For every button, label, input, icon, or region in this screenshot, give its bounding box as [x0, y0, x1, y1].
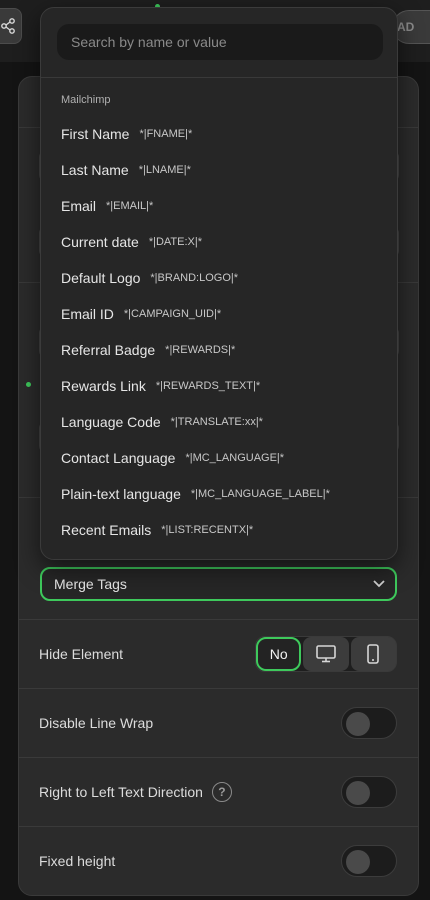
- mobile-icon: [367, 644, 380, 664]
- hide-desktop-option[interactable]: [303, 637, 349, 671]
- fixed-height-toggle[interactable]: [341, 845, 397, 877]
- search-input[interactable]: [57, 24, 383, 60]
- share-button[interactable]: [0, 8, 22, 44]
- merge-tags-select[interactable]: Merge Tags: [40, 567, 397, 601]
- tag-code: *|MC_LANGUAGE_LABEL|*: [190, 488, 330, 500]
- tag-name: Plain-text language: [61, 486, 181, 502]
- merge-tag-item[interactable]: Current date *|DATE:X|*: [41, 224, 397, 260]
- merge-tag-item[interactable]: Recent Emails *|LIST:RECENTX|*: [41, 512, 397, 548]
- tag-name: First Name: [61, 126, 130, 142]
- toggle-knob: [346, 781, 370, 805]
- merge-tag-item[interactable]: Plain-text language *|MC_LANGUAGE_LABEL|*: [41, 476, 397, 512]
- tag-name: Contact Language: [61, 450, 176, 466]
- rtl-label: Right to Left Text Direction: [39, 784, 203, 800]
- desktop-icon: [316, 645, 336, 663]
- tag-name: Referral Badge: [61, 342, 156, 358]
- merge-tag-item[interactable]: Email *|EMAIL|*: [41, 188, 397, 224]
- merge-tag-item[interactable]: Last Name *|LNAME|*: [41, 152, 397, 188]
- hide-element-row: Hide Element No: [18, 619, 419, 688]
- tag-code: *|REWARDS_TEXT|*: [155, 380, 261, 392]
- disable-line-wrap-label: Disable Line Wrap: [39, 715, 154, 731]
- disable-line-wrap-row: Disable Line Wrap: [18, 688, 419, 757]
- merge-tag-item[interactable]: Language Code *|TRANSLATE:xx|*: [41, 404, 397, 440]
- tag-code: *|MC_LANGUAGE|*: [185, 452, 285, 464]
- group-label: Mailchimp: [61, 94, 111, 106]
- tag-code: *|CAMPAIGN_UID|*: [123, 308, 222, 320]
- hide-no-option[interactable]: No: [256, 637, 302, 671]
- tag-name: Default Logo: [61, 270, 141, 286]
- tag-code: *|LNAME|*: [138, 164, 191, 176]
- tag-code: *|LIST:RECENTX|*: [161, 524, 254, 536]
- tag-code: *|DATE:X|*: [148, 236, 203, 248]
- toggle-knob: [346, 850, 370, 874]
- merge-tag-item[interactable]: Email ID *|CAMPAIGN_UID|*: [41, 296, 397, 332]
- fixed-height-label: Fixed height: [39, 853, 116, 869]
- merge-tag-item[interactable]: Contact Language *|MC_LANGUAGE|*: [41, 440, 397, 476]
- tag-name: Last Name: [61, 162, 129, 178]
- hide-element-label: Hide Element: [39, 646, 124, 662]
- tag-code: *|FNAME|*: [139, 128, 193, 140]
- merge-tag-item[interactable]: Default Logo *|BRAND:LOGO|*: [41, 260, 397, 296]
- tag-name: Rewards Link: [61, 378, 146, 394]
- rtl-toggle[interactable]: [341, 776, 397, 808]
- hide-element-control: No: [255, 636, 397, 672]
- toggle-knob: [346, 712, 370, 736]
- share-icon: [1, 18, 15, 34]
- tag-name: Email: [61, 198, 97, 214]
- tag-code: *|BRAND:LOGO|*: [150, 272, 239, 284]
- search-area: [41, 8, 397, 78]
- tag-code: *|TRANSLATE:xx|*: [170, 416, 263, 428]
- tag-name: Current date: [61, 234, 139, 250]
- merge-tag-item[interactable]: First Name *|FNAME|*: [41, 116, 397, 152]
- tag-name: Language Code: [61, 414, 161, 430]
- tag-name: Email ID: [61, 306, 114, 322]
- rtl-row: Right to Left Text Direction ?: [18, 757, 419, 826]
- merge-tag-item[interactable]: Referral Badge *|REWARDS|*: [41, 332, 397, 368]
- help-icon[interactable]: ?: [211, 782, 232, 802]
- chevron-down-icon: [373, 580, 385, 588]
- status-dot: [26, 382, 31, 387]
- tag-name: Recent Emails: [61, 522, 152, 538]
- tag-code: *|REWARDS|*: [165, 344, 236, 356]
- merge-tag-item[interactable]: Rewards Link *|REWARDS_TEXT|*: [41, 368, 397, 404]
- tag-code: *|EMAIL|*: [106, 200, 154, 212]
- merge-tags-label: Merge Tags: [54, 576, 127, 592]
- fixed-height-row: Fixed height: [18, 826, 419, 895]
- disable-line-wrap-toggle[interactable]: [341, 707, 397, 739]
- hide-mobile-option[interactable]: [350, 637, 396, 671]
- merge-tags-dropdown: Mailchimp First Name *|FNAME|* Last Name *…: [40, 7, 398, 560]
